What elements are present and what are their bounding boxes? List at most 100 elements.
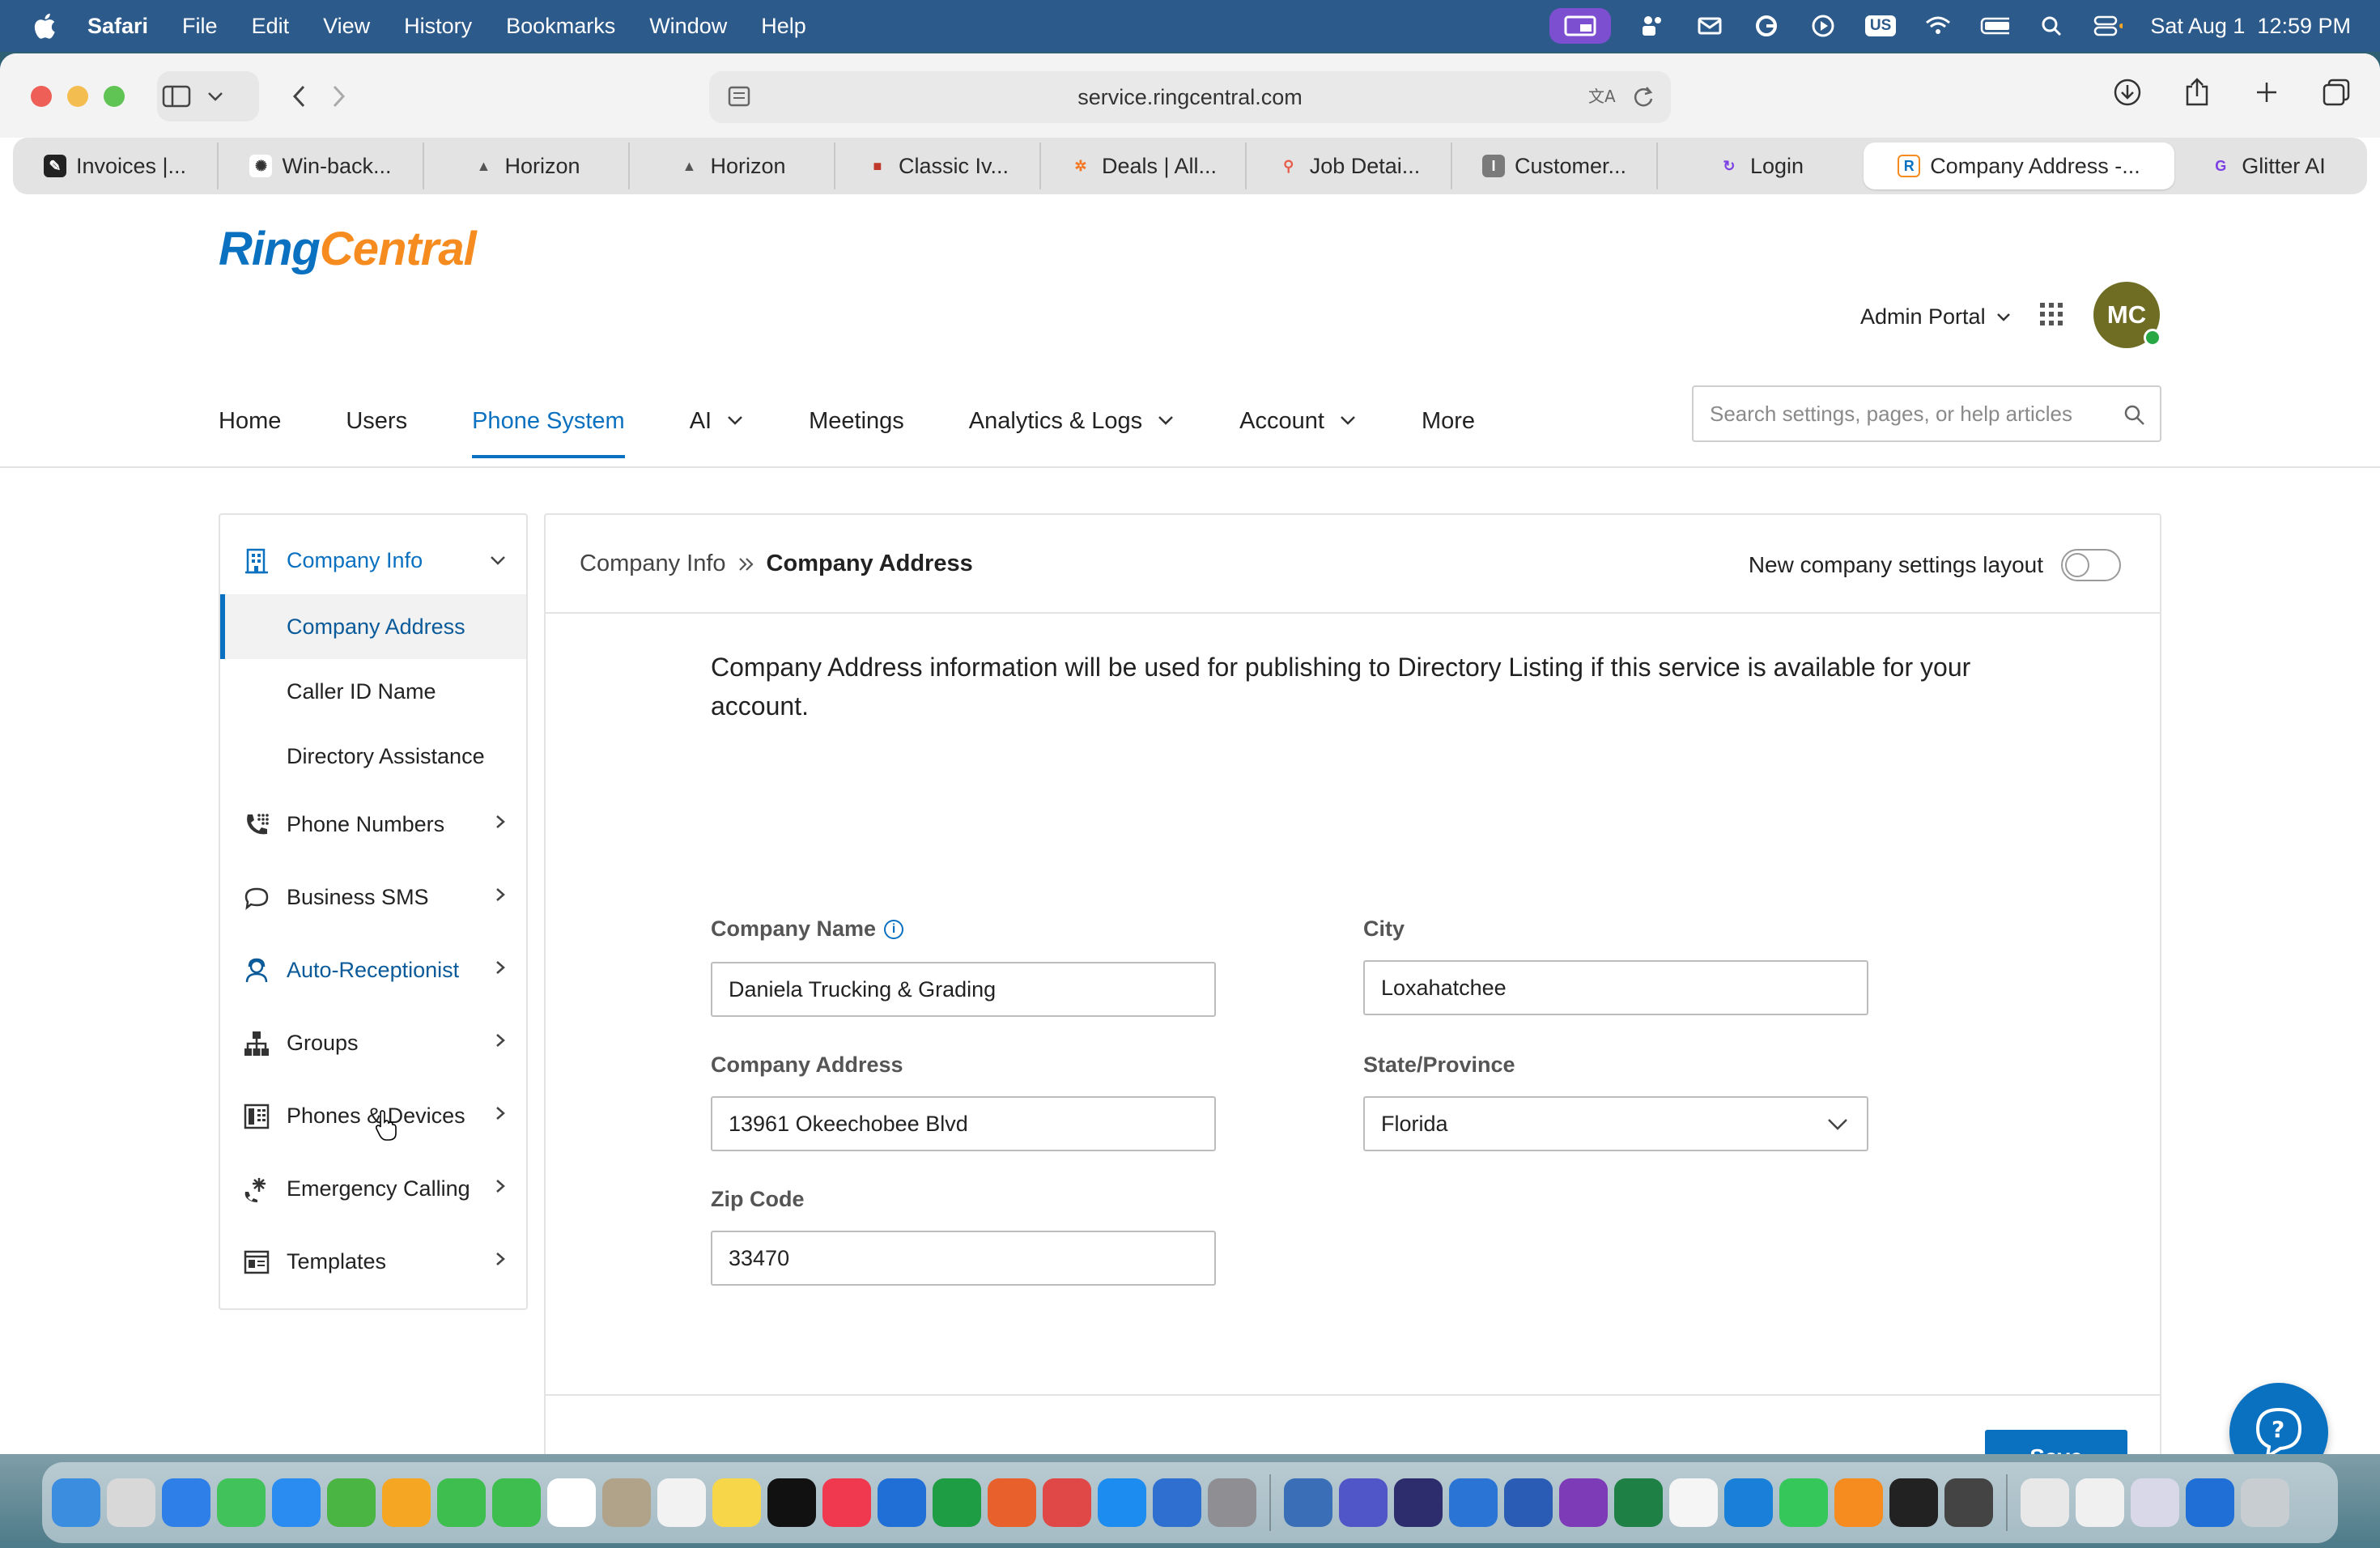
url-text[interactable]: service.ringcentral.com [1077,85,1303,110]
browser-tab[interactable]: G Glitter AI [2174,142,2361,189]
phone-icon[interactable] [492,1478,541,1527]
reminders-icon[interactable] [657,1478,706,1527]
browser-tab[interactable]: ▲ Horizon [424,142,630,189]
messages-icon[interactable] [217,1478,266,1527]
menu-window[interactable]: Window [649,14,727,39]
music-icon[interactable] [822,1478,871,1527]
zoom-window-button[interactable] [104,86,125,107]
facetime-icon[interactable] [437,1478,486,1527]
breadcrumb-parent-link[interactable]: Company Info [580,551,726,577]
pages-icon[interactable] [988,1478,1036,1527]
browser-tab[interactable]: ✺ Win-back... [219,142,424,189]
settings-search-input[interactable]: Search settings, pages, or help articles [1692,385,2161,442]
excel-icon[interactable] [1614,1478,1663,1527]
nav-phone-system[interactable]: Phone System [472,398,625,458]
browser-tab[interactable]: ✎ Invoices |... [13,142,219,189]
wifi-icon[interactable] [1923,14,1953,38]
ringcentral-icon[interactable] [1834,1478,1883,1527]
info-icon[interactable]: i [884,919,904,939]
back-arrow-icon[interactable] [280,77,319,116]
apple-menu-icon[interactable] [31,11,57,40]
tab-overview-icon[interactable] [2317,73,2356,112]
rocket-icon[interactable] [1043,1478,1091,1527]
admin-portal-dropdown[interactable]: Admin Portal [1860,304,2012,330]
menu-bookmarks[interactable]: Bookmarks [506,14,615,39]
quickq-icon[interactable] [1724,1478,1773,1527]
minimize-window-button[interactable] [67,86,88,107]
new-tab-icon[interactable] [2247,73,2286,112]
sidebar-item-company-address[interactable]: Company Address [220,594,526,659]
doc-icon[interactable] [2021,1478,2069,1527]
nav-analytics-logs[interactable]: Analytics & Logs [969,398,1175,458]
input-source-badge[interactable]: US [1864,15,1897,36]
notes-icon[interactable] [712,1478,761,1527]
sidebar-item-emergency-calling[interactable]: Emergency Calling [220,1155,526,1223]
preview-icon[interactable] [1153,1478,1201,1527]
nav-ai[interactable]: AI [690,398,744,458]
translate-icon[interactable]: 文A [1587,84,1617,114]
nav-home[interactable]: Home [219,398,281,458]
sidebar-item-phone-numbers[interactable]: Phone Numbers [220,790,526,858]
reload-icon[interactable] [1632,84,1655,114]
browser-tab[interactable]: ▲ Horizon [630,142,835,189]
nav-meetings[interactable]: Meetings [809,398,904,458]
browser-tab[interactable]: I Customer... [1452,142,1658,189]
company-address-input[interactable]: 13961 Okeechobee Blvd [711,1096,1216,1151]
teams-status-icon[interactable] [1638,14,1668,38]
appletv-icon[interactable] [767,1478,816,1527]
user-avatar[interactable]: MC [2093,282,2161,348]
sidebar-item-caller-id-name[interactable]: Caller ID Name [220,659,526,724]
nav-users[interactable]: Users [346,398,407,458]
nav-account[interactable]: Account [1239,398,1357,458]
appstore-icon[interactable] [1098,1478,1146,1527]
outlook-status-icon[interactable] [1695,14,1724,38]
numbers-icon[interactable] [933,1478,981,1527]
glitter-icon[interactable] [1394,1478,1443,1527]
ringcentral-logo[interactable]: RingCentral [219,222,477,276]
forward-arrow-icon[interactable] [319,77,358,116]
sidebar-item-auto-receptionist[interactable]: Auto-Receptionist [220,936,526,1004]
menu-history[interactable]: History [404,14,472,39]
db-icon[interactable] [1284,1478,1332,1527]
grammarly-status-icon[interactable] [1752,14,1781,38]
whatsapp-icon[interactable] [1779,1478,1828,1527]
word-icon[interactable] [1504,1478,1553,1527]
downloads-icon[interactable] [2108,73,2147,112]
browser-tab-active[interactable]: R Company Address -... [1864,142,2174,189]
sidebar-item-business-sms[interactable]: Business SMS [220,863,526,931]
scan-icon[interactable] [2076,1478,2124,1527]
page-settings-icon[interactable] [727,84,751,114]
outlook-icon[interactable] [1449,1478,1498,1527]
share-icon[interactable] [2178,73,2216,112]
menu-help[interactable]: Help [761,14,806,39]
browser-tab[interactable]: ■ Classic Iv... [835,142,1041,189]
close-window-button[interactable] [31,86,52,107]
sidebar-item-groups[interactable]: Groups [220,1009,526,1077]
sidebar-item-company-info[interactable]: Company Info [220,526,526,594]
photos-icon[interactable] [382,1478,431,1527]
battery-icon[interactable] [1980,14,2010,38]
window-icon[interactable] [2186,1478,2234,1527]
maps-icon[interactable] [327,1478,376,1527]
zip-code-input[interactable]: 33470 [711,1231,1216,1286]
sheet-icon[interactable] [1669,1478,1718,1527]
menu-file[interactable]: File [182,14,218,39]
keynote-icon[interactable] [878,1478,926,1527]
sidebar-icon[interactable] [157,77,196,116]
city-input[interactable]: Loxahatchee [1363,960,1868,1015]
sidebar-item-directory-assistance[interactable]: Directory Assistance [220,724,526,789]
new-layout-toggle[interactable] [2061,549,2121,581]
search-icon[interactable] [2123,403,2147,427]
sidebar-item-templates[interactable]: Templates [220,1227,526,1295]
menu-view[interactable]: View [323,14,370,39]
screen-share-icon[interactable] [1549,8,1611,44]
calculator-icon[interactable] [1944,1478,1993,1527]
nav-more[interactable]: More [1422,398,1475,458]
spotlight-search-icon[interactable] [2037,14,2066,38]
chevron-down-icon[interactable] [196,77,235,116]
address-bar[interactable]: service.ringcentral.com 文A [709,71,1671,123]
calendar-icon[interactable] [547,1478,596,1527]
onenote-icon[interactable] [1559,1478,1608,1527]
app-launcher-icon[interactable] [2038,301,2064,331]
state-province-select[interactable]: Florida [1363,1096,1868,1151]
